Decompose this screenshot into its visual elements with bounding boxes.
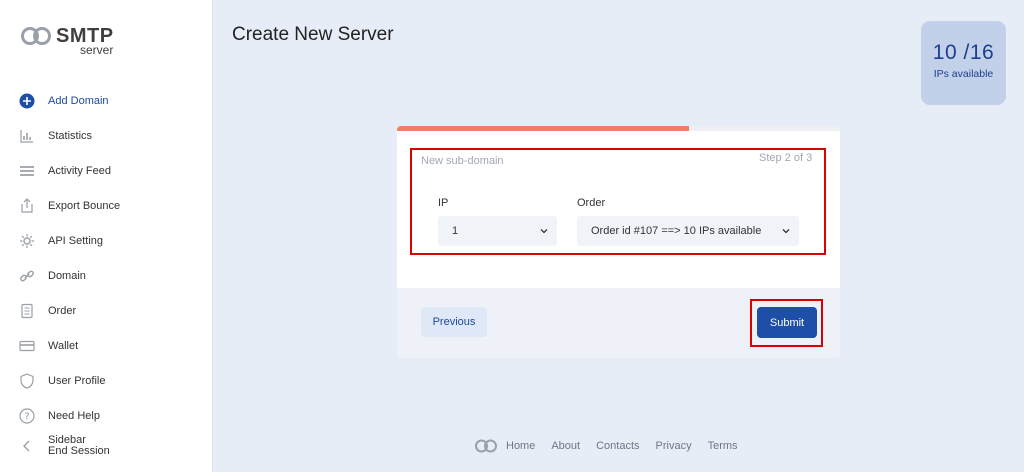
sidebar-footer-labels: Sidebar End Session [48, 435, 110, 457]
sidebar-item-order[interactable]: Order [18, 299, 208, 323]
sidebar-item-label: Add Domain [48, 95, 109, 107]
sidebar: SMTP server Add Domain Statistics Activi… [0, 0, 213, 472]
sidebar-item-end-session[interactable]: Sidebar End Session [18, 435, 208, 465]
bar-chart-icon [18, 127, 36, 145]
footer-link-contacts[interactable]: Contacts [596, 440, 639, 452]
user-shield-icon [18, 372, 36, 390]
export-icon [18, 197, 36, 215]
previous-button[interactable]: Previous [421, 307, 487, 337]
sidebar-item-statistics[interactable]: Statistics [18, 124, 208, 148]
document-icon [18, 302, 36, 320]
ip-label: IPs available [933, 68, 994, 80]
sidebar-item-export-bounce[interactable]: Export Bounce [18, 194, 208, 218]
plus-circle-icon [18, 92, 36, 110]
sidebar-item-label: Order [48, 305, 77, 317]
link-icon [18, 267, 36, 285]
gear-icon [18, 232, 36, 250]
sidebar-item-add-domain[interactable]: Add Domain [18, 89, 208, 113]
sidebar-item-label: Statistics [48, 130, 93, 142]
chevron-left-icon [18, 437, 36, 455]
page-footer: Home About Contacts Privacy Terms [474, 437, 754, 455]
footer-logo-icon [475, 439, 497, 453]
list-icon [18, 162, 36, 180]
footer-link-home[interactable]: Home [506, 440, 535, 452]
sidebar-item-domain[interactable]: Domain [18, 264, 208, 288]
ip-availability-badge: 10 /16 IPs available [921, 21, 1006, 105]
footer-link-privacy[interactable]: Privacy [656, 440, 692, 452]
wallet-icon [18, 337, 36, 355]
sidebar-item-label: Wallet [48, 340, 79, 352]
logo-subtitle: server [80, 43, 114, 57]
sidebar-item-wallet[interactable]: Wallet [18, 334, 208, 358]
sidebar-item-activity-feed[interactable]: Activity Feed [18, 159, 208, 183]
page-title: Create New Server [232, 24, 394, 45]
sidebar-item-label: API Setting [48, 235, 104, 247]
footer-link-about[interactable]: About [551, 440, 580, 452]
sidebar-item-label: User Profile [48, 375, 106, 387]
sidebar-item-user-profile[interactable]: User Profile [18, 369, 208, 393]
logo-icon [21, 27, 51, 45]
end-session-label[interactable]: End Session [48, 446, 110, 457]
sidebar-item-label: Activity Feed [48, 165, 111, 177]
sidebar-item-label: Export Bounce [48, 200, 121, 212]
svg-text:?: ? [24, 412, 29, 423]
footer-link-terms[interactable]: Terms [708, 440, 738, 452]
sidebar-item-label: Domain [48, 270, 86, 282]
ip-count: 10 /16 [932, 41, 995, 64]
sidebar-item-api-setting[interactable]: API Setting [18, 229, 208, 253]
highlight-form-box [410, 148, 826, 255]
sidebar-item-label: Need Help [48, 410, 100, 422]
sidebar-item-need-help[interactable]: ? Need Help [18, 404, 208, 428]
help-icon: ? [18, 407, 36, 425]
highlight-submit-box [750, 299, 823, 347]
